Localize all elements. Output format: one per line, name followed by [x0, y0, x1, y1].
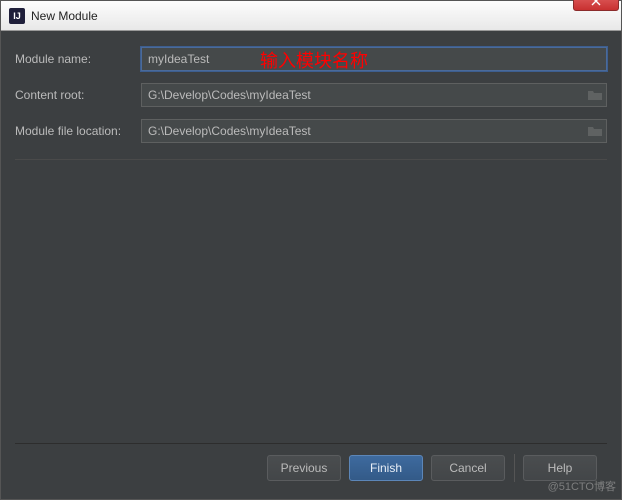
spacer: [15, 160, 607, 443]
help-button[interactable]: Help: [523, 455, 597, 481]
content-root-value: G:\Develop\Codes\myIdeaTest: [148, 88, 311, 102]
content-root-input[interactable]: G:\Develop\Codes\myIdeaTest: [141, 83, 607, 107]
titlebar[interactable]: IJ New Module: [1, 1, 621, 31]
finish-button[interactable]: Finish: [349, 455, 423, 481]
window-title: New Module: [31, 9, 573, 23]
content-root-label: Content root:: [15, 88, 141, 102]
module-file-location-label: Module file location:: [15, 124, 141, 138]
button-bar: Previous Finish Cancel Help: [15, 443, 607, 491]
dialog-window: IJ New Module Module name: Content root:…: [0, 0, 622, 500]
app-icon: IJ: [9, 8, 25, 24]
watermark: @51CTO博客: [548, 478, 616, 494]
row-module-file-location: Module file location: G:\Develop\Codes\m…: [15, 119, 607, 143]
close-button[interactable]: [573, 0, 619, 11]
row-module-name: Module name:: [15, 47, 607, 71]
previous-button[interactable]: Previous: [267, 455, 341, 481]
folder-icon[interactable]: [587, 125, 603, 137]
cancel-button[interactable]: Cancel: [431, 455, 505, 481]
module-file-location-input[interactable]: G:\Develop\Codes\myIdeaTest: [141, 119, 607, 143]
close-icon: [591, 0, 601, 6]
folder-icon[interactable]: [587, 89, 603, 101]
module-name-input[interactable]: [141, 47, 607, 71]
row-content-root: Content root: G:\Develop\Codes\myIdeaTes…: [15, 83, 607, 107]
module-name-label: Module name:: [15, 52, 141, 66]
module-file-location-value: G:\Develop\Codes\myIdeaTest: [148, 124, 311, 138]
dialog-content: Module name: Content root: G:\Develop\Co…: [1, 31, 621, 499]
